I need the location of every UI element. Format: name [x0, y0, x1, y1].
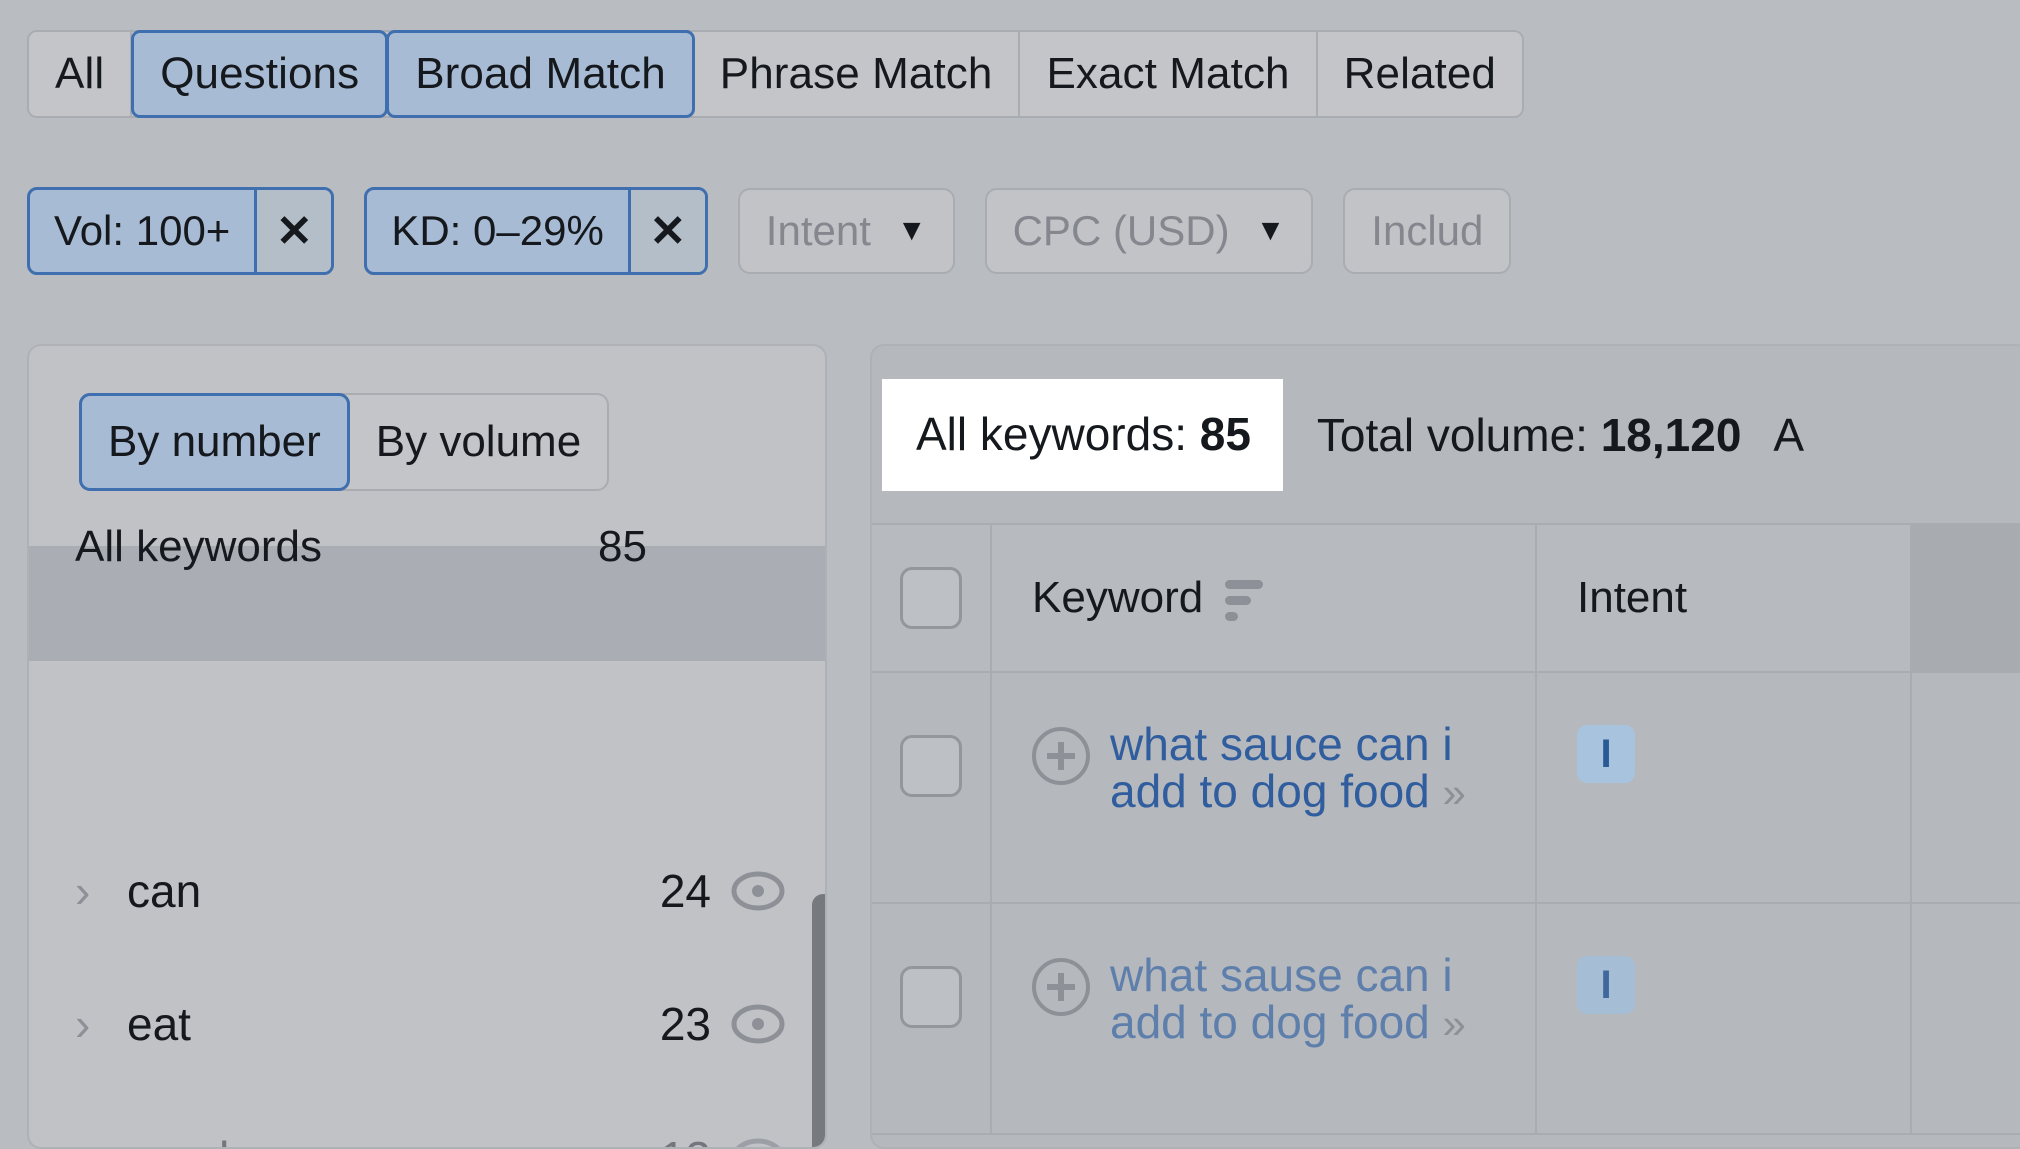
status-badge[interactable]: I — [1577, 725, 1635, 783]
segment-by-volume[interactable]: By volume — [350, 395, 607, 489]
filter-pill-kd-label: KD: 0–29% — [367, 190, 631, 272]
table-header-keyword[interactable]: Keyword — [992, 525, 1537, 671]
group-sort-segmented-control: By number By volume — [79, 393, 610, 491]
segment-by-number-label: By number — [108, 417, 321, 466]
group-row-good-count: 13 — [660, 1131, 711, 1147]
keyword-results-panel: All keywords: 85 Total volume: 18,120 A … — [870, 344, 2020, 1149]
double-chevron-right-icon[interactable]: » — [1443, 1000, 1467, 1047]
summary-total-volume-value: 18,120 — [1600, 408, 1742, 461]
filter-row: Vol: 100+ ✕ KD: 0–29% ✕ Intent ▼ CPC (US… — [27, 186, 1512, 276]
row-keyword-link[interactable]: what sause can i add to dog food » — [1110, 952, 1535, 1133]
filter-dropdown-include-label: Includ — [1371, 207, 1484, 254]
table-header-intent[interactable]: Intent — [1537, 525, 1912, 671]
row-checkbox[interactable] — [900, 966, 962, 1028]
tab-broad-match-label: Broad Match — [415, 49, 666, 98]
results-summary: All keywords: 85 Total volume: 18,120 A — [872, 346, 2020, 523]
sidebar-scrollbar-thumb[interactable] — [812, 894, 825, 1147]
table-header-keyword-label: Keyword — [1032, 573, 1204, 622]
chevron-down-icon: ▼ — [896, 214, 927, 247]
summary-truncated: A — [1773, 408, 1805, 461]
double-chevron-right-icon[interactable]: » — [1443, 769, 1467, 816]
summary-total-volume: Total volume: 18,120 — [1283, 408, 1742, 462]
chevron-down-icon: ▼ — [1255, 214, 1286, 247]
filter-pill-kd[interactable]: KD: 0–29% ✕ — [364, 187, 708, 275]
group-row-can[interactable]: › can 24 — [29, 861, 825, 921]
table-header-row: Keyword Intent — [872, 523, 2020, 673]
group-row-all-keywords-count: 85 — [598, 522, 647, 571]
tab-related[interactable]: Related — [1317, 32, 1522, 116]
row-intent-cell: I — [1537, 673, 1912, 902]
summary-all-keywords-label: All keywords: — [916, 407, 1187, 460]
group-row-all-keywords-label: All keywords — [75, 522, 322, 571]
filter-dropdown-cpc-label: CPC (USD) — [1012, 207, 1230, 254]
row-keyword-link[interactable]: what sauce can i add to dog food » — [1110, 721, 1535, 902]
group-row-eat[interactable]: › eat 23 — [29, 994, 825, 1054]
group-row-all-keywords[interactable]: All keywords 85 — [29, 522, 825, 661]
tab-questions-label: Questions — [160, 49, 360, 98]
select-all-checkbox[interactable] — [900, 567, 962, 629]
app-root: All Questions Broad Match Phrase Match E… — [0, 0, 2020, 1149]
status-badge[interactable]: I — [1577, 956, 1635, 1014]
filter-dropdown-cpc[interactable]: CPC (USD) ▼ — [984, 188, 1314, 274]
tab-exact-match[interactable]: Exact Match — [1020, 32, 1318, 116]
close-icon[interactable]: ✕ — [630, 190, 705, 272]
row-select-cell[interactable] — [872, 673, 992, 902]
segment-by-number[interactable]: By number — [79, 393, 350, 491]
summary-all-keywords: All keywords: 85 — [882, 378, 1283, 491]
chevron-right-icon[interactable]: › — [75, 1001, 127, 1047]
chevron-right-icon[interactable]: › — [75, 1135, 127, 1147]
tab-broad-match[interactable]: Broad Match — [386, 30, 695, 118]
row-select-cell[interactable] — [872, 904, 992, 1133]
filter-dropdown-include[interactable]: Includ — [1343, 188, 1512, 274]
summary-total-volume-label: Total volume: — [1316, 408, 1588, 461]
tab-related-label: Related — [1343, 49, 1496, 98]
group-row-eat-count: 23 — [659, 998, 711, 1050]
keyword-groups-panel: By number By volume All keywords 85 › ca… — [27, 344, 827, 1149]
plus-circle-icon[interactable] — [1032, 727, 1090, 785]
row-keyword-text: what sauce can i add to dog food — [1110, 718, 1453, 817]
summary-all-keywords-value: 85 — [1199, 407, 1251, 460]
tab-all-label: All — [55, 49, 105, 98]
row-keyword-cell: what sause can i add to dog food » — [992, 904, 1537, 1133]
plus-circle-icon[interactable] — [1032, 958, 1090, 1016]
sort-descending-icon[interactable] — [1225, 576, 1264, 621]
group-row-eat-label: eat — [127, 998, 191, 1050]
table-header-intent-label: Intent — [1577, 573, 1688, 622]
close-icon[interactable]: ✕ — [257, 190, 332, 272]
filter-pill-volume-label: Vol: 100+ — [30, 190, 258, 272]
row-keyword-text: what sause can i add to dog food — [1110, 949, 1453, 1048]
group-row-can-count: 24 — [659, 865, 711, 917]
group-row-good[interactable]: › good 13 — [29, 1128, 825, 1147]
tab-phrase-match-label: Phrase Match — [719, 49, 993, 98]
tab-all[interactable]: All — [29, 32, 133, 116]
filter-dropdown-intent-label: Intent — [765, 207, 871, 254]
match-type-tabbar: All Questions Broad Match Phrase Match E… — [27, 30, 1524, 118]
group-row-good-label: good — [127, 1131, 229, 1147]
row-intent-cell: I — [1537, 904, 1912, 1133]
row-keyword-cell: what sauce can i add to dog food » — [992, 673, 1537, 902]
tab-exact-match-label: Exact Match — [1046, 49, 1290, 98]
row-overflow-cell — [1912, 673, 2020, 902]
filter-dropdown-intent[interactable]: Intent ▼ — [737, 188, 955, 274]
eye-icon[interactable] — [729, 869, 787, 913]
row-overflow-cell — [1912, 904, 2020, 1133]
table-row[interactable]: what sause can i add to dog food » I — [872, 904, 2020, 1135]
eye-icon[interactable] — [729, 1002, 787, 1046]
tab-questions[interactable]: Questions — [131, 30, 389, 118]
table-header-overflow — [1912, 525, 2020, 671]
group-row-can-label: can — [127, 865, 202, 917]
eye-icon[interactable] — [729, 1136, 787, 1147]
chevron-right-icon[interactable]: › — [75, 868, 127, 914]
segment-by-volume-label: By volume — [375, 417, 582, 466]
row-checkbox[interactable] — [900, 735, 962, 797]
table-header-select-all[interactable] — [872, 525, 992, 671]
table-row[interactable]: what sauce can i add to dog food » I — [872, 673, 2020, 904]
filter-pill-volume[interactable]: Vol: 100+ ✕ — [27, 187, 335, 275]
tab-phrase-match[interactable]: Phrase Match — [693, 32, 1021, 116]
